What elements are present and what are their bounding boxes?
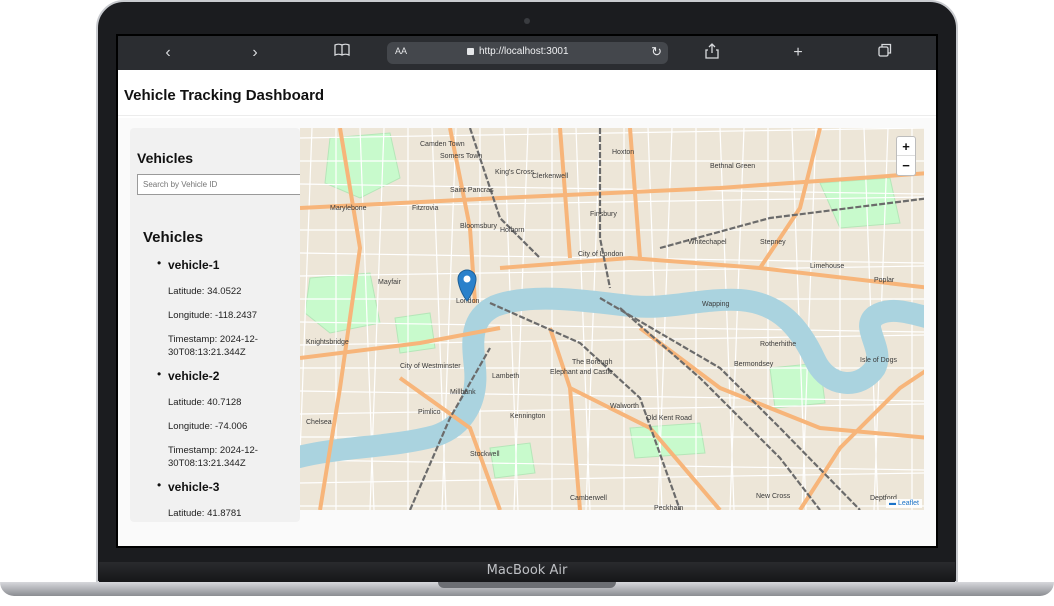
list-item[interactable]: vehicle-1 Latitude: 34.0522 Longitude: -… <box>130 256 300 359</box>
map-place-label: Clerkenwell <box>532 173 569 180</box>
map-place-label: Fitzrovia <box>412 205 439 212</box>
forward-icon[interactable]: › <box>245 43 265 63</box>
map-place-label: Stockwell <box>470 451 500 458</box>
vehicle-search-input[interactable] <box>137 174 300 195</box>
leaflet-flag-icon: ▬ <box>889 500 897 507</box>
map-place-label: Rotherhithe <box>760 341 796 348</box>
map-place-label: Holborn <box>500 227 525 234</box>
map-place-label: Hoxton <box>612 149 634 156</box>
vehicle-latitude: Latitude: 34.0522 <box>168 286 242 297</box>
map-place-label: Pimlico <box>418 409 441 416</box>
kennington-park <box>489 442 536 479</box>
map-place-label: Limehouse <box>810 263 844 270</box>
map-place-label: Whitechapel <box>688 239 727 246</box>
map-place-label: Knightsbridge <box>306 339 349 346</box>
map-place-label: Bloomsbury <box>460 223 497 230</box>
reload-icon[interactable]: ↻ <box>651 44 662 60</box>
vehicle-list-title: Vehicles <box>143 229 204 246</box>
tabs-overview-icon[interactable] <box>875 43 895 63</box>
map-place-label: Bethnal Green <box>710 163 755 170</box>
map-place-label: Walworth <box>610 403 639 410</box>
reader-button[interactable]: AA <box>395 46 407 56</box>
map-place-label: Stepney <box>760 239 786 246</box>
vehicle-list: vehicle-1 Latitude: 34.0522 Longitude: -… <box>130 256 300 522</box>
map-place-label: The Borough <box>572 359 613 366</box>
list-item[interactable]: vehicle-3 Latitude: 41.8781 <box>130 478 300 520</box>
vehicle-id: vehicle-1 <box>168 258 220 272</box>
device-label: MacBook Air <box>486 563 568 578</box>
vehicle-latitude: Latitude: 41.8781 <box>168 508 242 519</box>
bookmarks-icon[interactable] <box>332 43 352 63</box>
vehicle-id: vehicle-2 <box>168 369 220 383</box>
zoom-control: + − <box>896 136 916 176</box>
map-place-label: Elephant and Castle <box>550 369 613 376</box>
vehicle-timestamp: Timestamp: 2024-12-30T08:13:21.344Z <box>168 445 258 469</box>
vehicle-id: vehicle-3 <box>168 480 220 494</box>
laptop-frame: MacBook Air ‹ › AA http://localhost:3001… <box>0 0 1054 606</box>
map-place-label: Saint Pancras <box>450 187 494 194</box>
new-tab-icon[interactable]: + <box>788 43 808 63</box>
map-place-label: Millbank <box>450 389 476 396</box>
map-place-label: Marylebone <box>330 205 367 212</box>
map-place-label: Kennington <box>510 413 546 420</box>
map-view[interactable]: .park{fill:#c8facc;stroke:#b5e6b8;stroke… <box>300 128 924 510</box>
map-place-label: Lambeth <box>492 373 519 380</box>
screen: ‹ › AA http://localhost:3001 ↻ + Vehicle… <box>118 36 936 546</box>
map-attribution[interactable]: ▬ Leaflet <box>886 499 922 508</box>
map-tiles[interactable]: .park{fill:#c8facc;stroke:#b5e6b8;stroke… <box>300 128 924 510</box>
map-place-label: Mayfair <box>378 279 402 286</box>
zoom-out-button[interactable]: − <box>897 156 915 175</box>
map-place-label: Wapping <box>702 301 729 308</box>
map-place-label: Peckham <box>654 505 683 510</box>
map-place-label: Poplar <box>874 277 895 284</box>
address-bar[interactable]: AA http://localhost:3001 ↻ <box>387 42 668 64</box>
share-icon[interactable] <box>702 43 722 63</box>
url-text: http://localhost:3001 <box>479 46 569 57</box>
page-title: Vehicle Tracking Dashboard <box>124 87 325 104</box>
list-item[interactable]: vehicle-2 Latitude: 40.7128 Longitude: -… <box>130 367 300 470</box>
burgess-park <box>629 422 706 459</box>
attribution-link[interactable]: Leaflet <box>898 500 919 507</box>
map-place-label: Camden Town <box>420 141 465 148</box>
map-place-label: City of Westminster <box>400 363 461 370</box>
vehicle-latitude: Latitude: 40.7128 <box>168 397 242 408</box>
map-place-label: Chelsea <box>306 419 332 426</box>
map-place-label: Old Kent Road <box>646 415 692 422</box>
vehicle-timestamp: Timestamp: 2024-12-30T08:13:21.344Z <box>168 334 258 358</box>
map-place-label: Isle of Dogs <box>860 357 897 364</box>
map-place-label: City of London <box>578 251 623 258</box>
marker-dot <box>463 275 471 283</box>
vehicle-longitude: Longitude: -74.006 <box>168 421 248 432</box>
back-icon[interactable]: ‹ <box>158 43 178 63</box>
sidebar-title: Vehicles <box>137 150 194 166</box>
lock-icon <box>467 48 474 55</box>
camera <box>524 18 530 24</box>
map-place-label: Camberwell <box>570 495 607 502</box>
laptop-notch <box>438 582 616 588</box>
vehicle-sidebar: Vehicles Vehicles vehicle-1 Latitude: 34… <box>130 128 300 522</box>
map-place-label: King's Cross <box>495 169 535 176</box>
map-place-label: Somers Town <box>440 153 482 160</box>
map-place-label: Finsbury <box>590 211 617 218</box>
map-place-label: New Cross <box>756 493 791 500</box>
zoom-in-button[interactable]: + <box>897 137 915 156</box>
browser-toolbar: ‹ › AA http://localhost:3001 ↻ + <box>118 36 936 70</box>
vehicle-longitude: Longitude: -118.2437 <box>168 310 258 321</box>
map-place-label: Bermondsey <box>734 361 774 368</box>
